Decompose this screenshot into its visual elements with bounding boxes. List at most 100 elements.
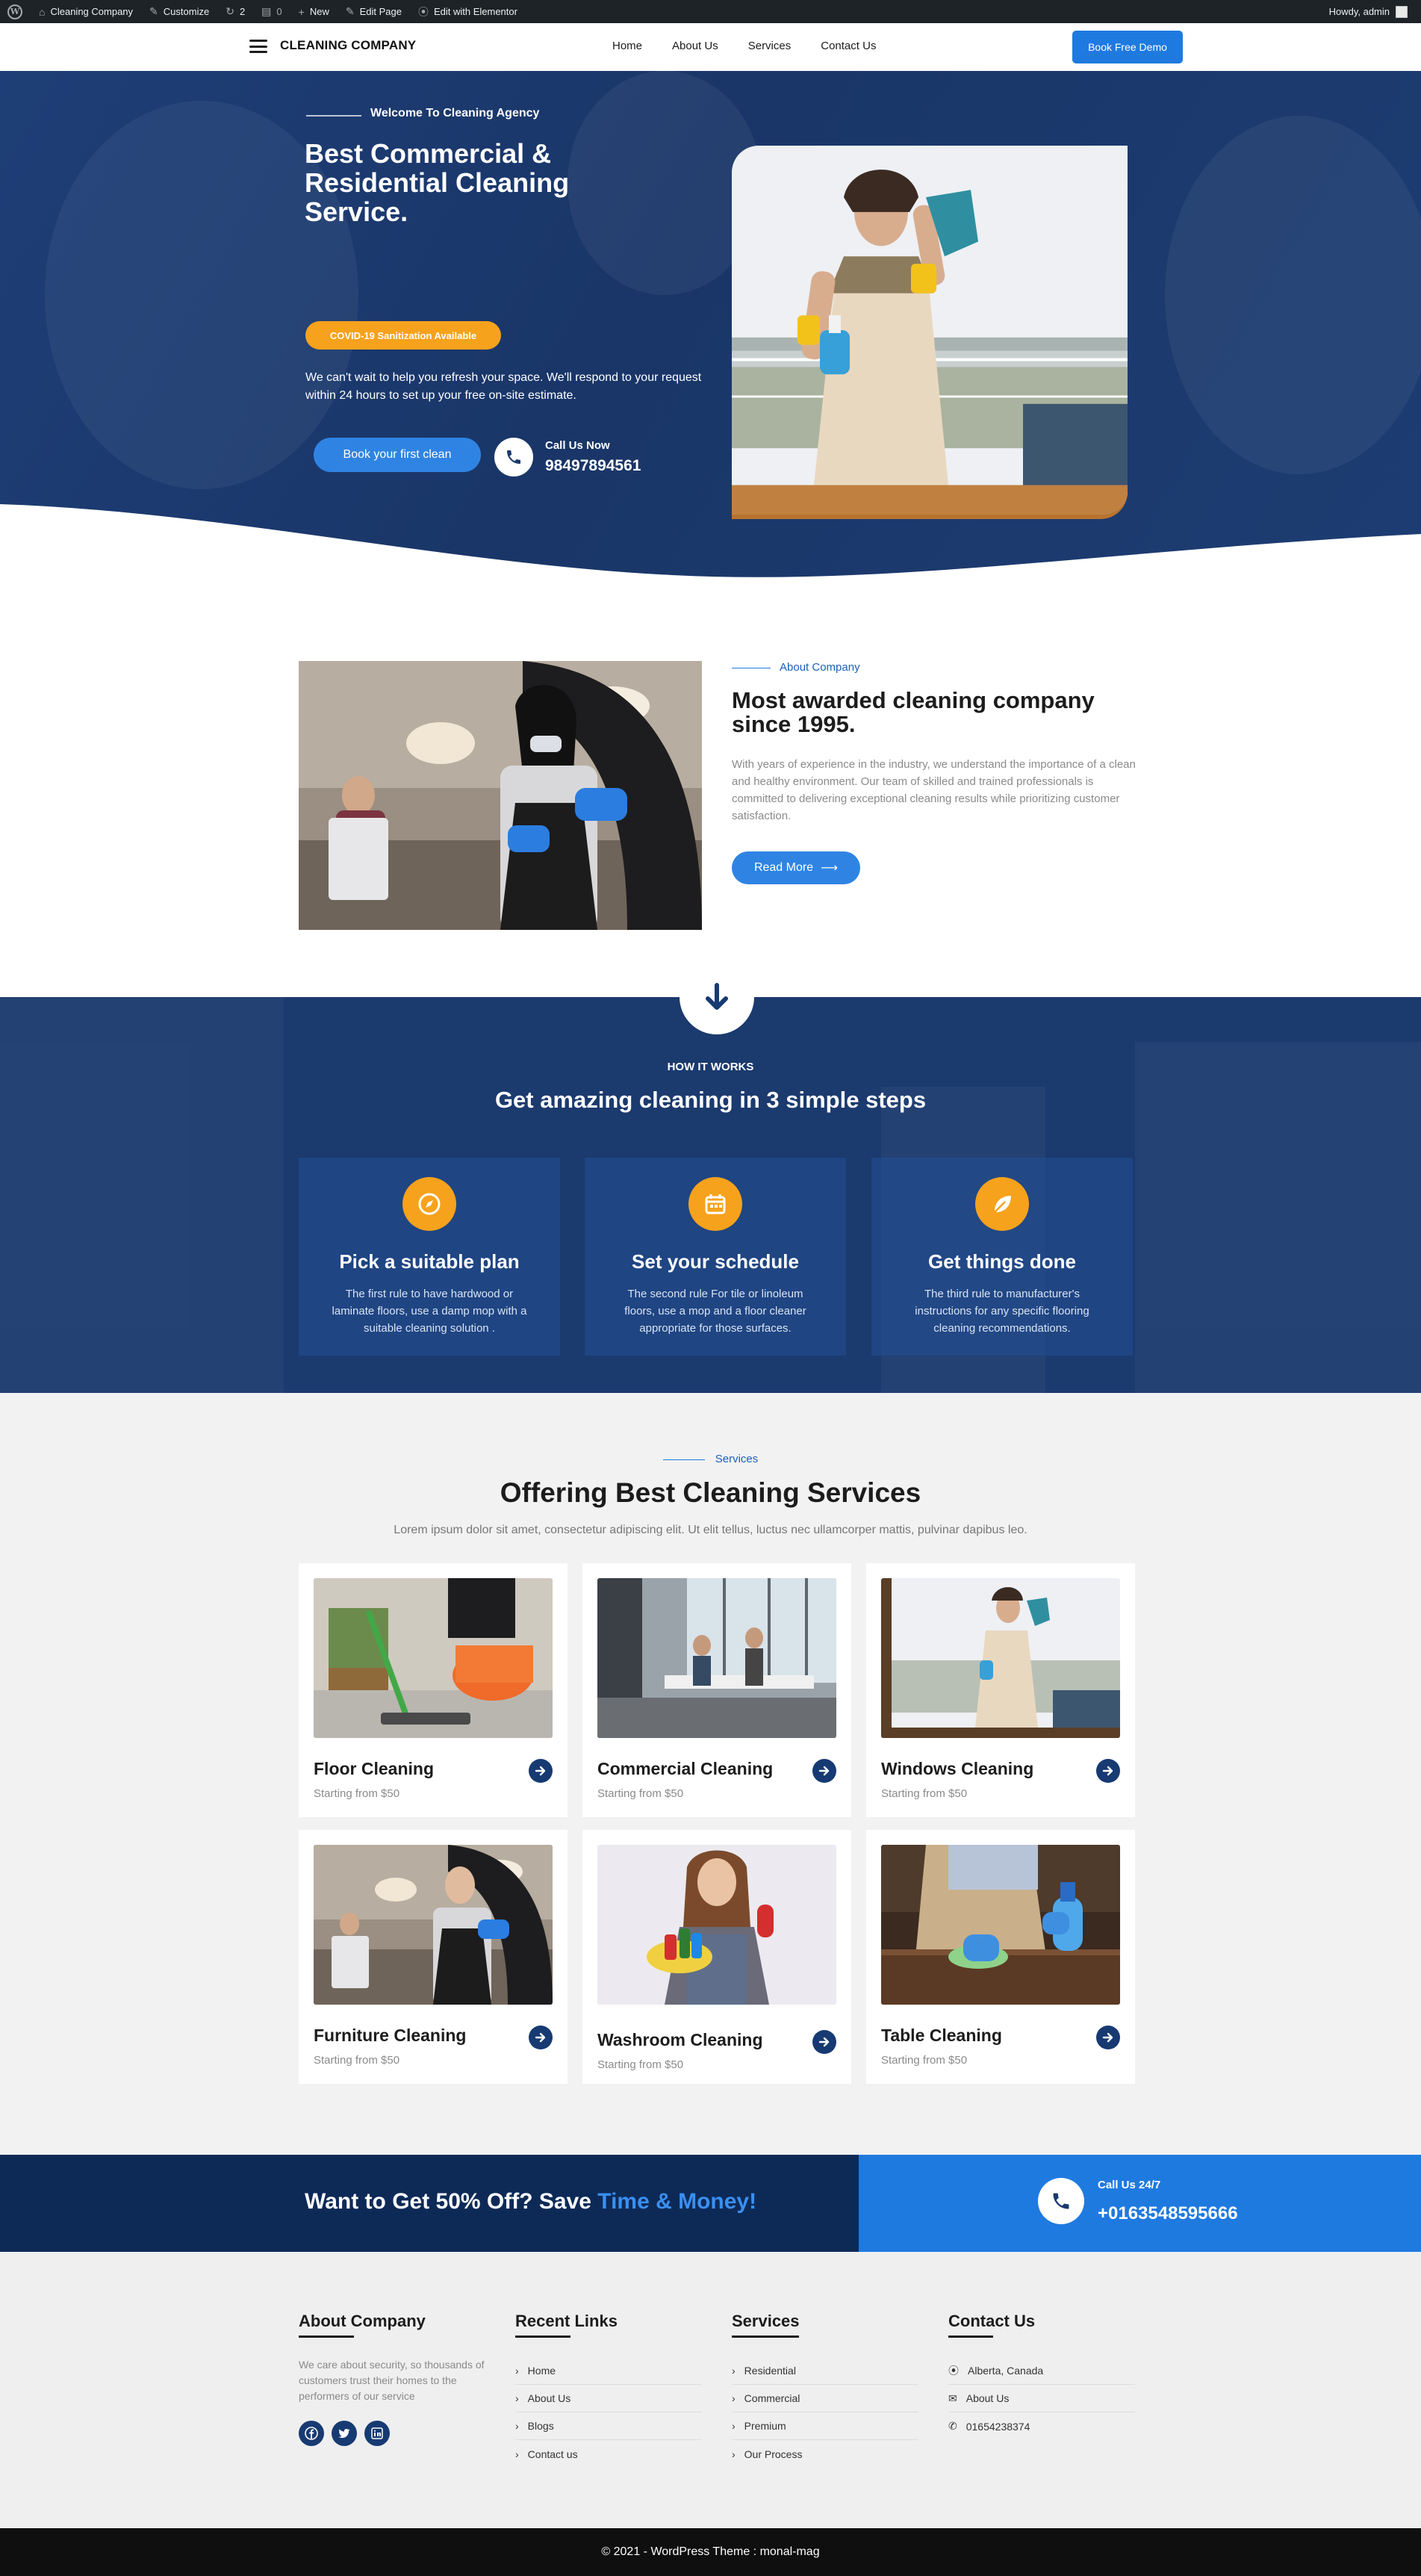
step-card-done: Get things done The third rule to manufa…	[871, 1158, 1133, 1356]
admin-account-menu[interactable]: Howdy, admin	[1329, 0, 1408, 23]
linkedin-icon[interactable]	[364, 2421, 390, 2446]
refresh-icon: ↻	[226, 5, 234, 17]
footer-contact-heading: Contact Us	[948, 2312, 1036, 2330]
how-kicker: HOW IT WORKS	[667, 1061, 754, 1073]
footer-contact-label: About Us	[966, 2392, 1010, 2404]
footer-link-about[interactable]: › About Us	[515, 2385, 702, 2412]
footer-recent-links: Recent Links › Home › About Us › Blogs › Con…	[515, 2312, 702, 2468]
about-title: Most awarded cleaning company since 1995…	[732, 687, 1095, 737]
footer-service-residential[interactable]: › Residential	[732, 2357, 918, 2385]
admin-howdy-label: Howdy, admin	[1328, 6, 1390, 17]
footer-link-home[interactable]: › Home	[515, 2357, 702, 2385]
admin-new-link[interactable]: + New	[299, 6, 329, 18]
admin-updates-link[interactable]: ↻ 2	[226, 5, 245, 18]
footer-service-commercial[interactable]: › Commercial	[732, 2385, 918, 2412]
home-icon: ⌂	[39, 5, 46, 18]
footer-links-heading: Recent Links	[515, 2312, 618, 2330]
admin-edit-page-label: Edit Page	[359, 6, 402, 17]
service-photo-floor	[314, 1578, 553, 1738]
arrow-right-icon[interactable]	[529, 2026, 553, 2049]
phone-icon[interactable]	[494, 438, 533, 477]
nav-contact[interactable]: Contact Us	[821, 40, 876, 52]
arrow-right-icon[interactable]	[529, 1759, 553, 1783]
arrow-right-icon[interactable]	[1096, 2026, 1120, 2049]
footer-link-blogs[interactable]: › Blogs	[515, 2412, 702, 2440]
footer-contact-address: ⦿ Alberta, Canada	[948, 2357, 1135, 2385]
admin-comments-count: 0	[276, 6, 282, 17]
chevron-right-icon: ›	[515, 2365, 519, 2377]
arrow-right-icon[interactable]	[1096, 1759, 1120, 1783]
footer-service-label: Premium	[744, 2420, 786, 2432]
admin-customize-label: Customize	[163, 6, 210, 17]
arrow-right-icon[interactable]	[812, 1759, 836, 1783]
book-first-clean-button[interactable]: Book your first clean	[314, 438, 481, 472]
copyright-bar: © 2021 - WordPress Theme : monal-mag	[0, 2528, 1421, 2576]
twitter-icon[interactable]	[332, 2421, 357, 2446]
footer-services: Services › Residential › Commercial › Premi…	[732, 2312, 918, 2468]
hero-kicker-line	[306, 115, 361, 117]
service-price: Starting from $50	[314, 2054, 400, 2067]
service-name: Washroom Cleaning	[597, 2030, 763, 2049]
service-price: Starting from $50	[597, 2058, 684, 2071]
read-more-label: Read More	[753, 861, 814, 874]
admin-edit-page-link[interactable]: ✎ Edit Page	[346, 5, 402, 18]
wordpress-menu[interactable]: W	[7, 4, 22, 19]
footer-about: About Company We care about security, so…	[299, 2312, 485, 2446]
footer-service-premium[interactable]: › Premium	[732, 2412, 918, 2440]
admin-site-link[interactable]: ⌂ Cleaning Company	[39, 6, 133, 18]
service-price: Starting from $50	[881, 2054, 968, 2067]
nav-about[interactable]: About Us	[672, 40, 718, 52]
step-title: Set your schedule	[632, 1250, 799, 1273]
read-more-button[interactable]: Read More ⟶	[732, 851, 860, 884]
service-price: Starting from $50	[597, 1787, 684, 1800]
service-name: Table Cleaning	[881, 2026, 1002, 2045]
promo-call-number[interactable]: +0163548595666	[1098, 2203, 1238, 2224]
footer-services-heading: Services	[732, 2312, 800, 2330]
service-photo-furniture	[314, 1845, 553, 2005]
footer-contact-label: 01654238374	[966, 2420, 1030, 2433]
hero-description: We can't wait to help you refresh your s…	[305, 371, 702, 402]
nav-services[interactable]: Services	[748, 40, 792, 52]
service-card-floor[interactable]: Floor Cleaning Starting from $50	[299, 1563, 568, 1817]
service-name: Floor Cleaning	[314, 1759, 434, 1778]
service-card-commercial[interactable]: Commercial Cleaning Starting from $50	[582, 1563, 851, 1817]
service-card-windows[interactable]: Windows Cleaning Starting from $50	[866, 1563, 1135, 1817]
admin-comments-link[interactable]: ▤ 0	[261, 5, 282, 18]
scroll-down-button[interactable]	[680, 960, 754, 1034]
hero-call-number[interactable]: 98497894561	[545, 457, 641, 475]
about-photo	[299, 661, 702, 930]
footer-contact-phone[interactable]: ✆ 01654238374	[948, 2412, 1135, 2440]
facebook-icon[interactable]	[299, 2421, 324, 2446]
phone-small-icon: ✆	[948, 2420, 957, 2432]
admin-new-label: New	[309, 6, 329, 17]
admin-elementor-link[interactable]: ⦿ Edit with Elementor	[418, 4, 517, 19]
hero-section	[0, 71, 1421, 594]
main-nav: Home About Us Services Contact Us	[612, 40, 876, 52]
hamburger-menu-icon[interactable]	[249, 40, 267, 53]
admin-customize-link[interactable]: ✎ Customize	[149, 5, 209, 18]
nav-home[interactable]: Home	[612, 40, 642, 52]
service-card-table[interactable]: Table Cleaning Starting from $50	[866, 1830, 1135, 2084]
step-text: The third rule to manufacturer's instruc…	[915, 1288, 1089, 1335]
phone-icon[interactable]	[1038, 2178, 1084, 2224]
chevron-right-icon: ›	[515, 2448, 519, 2460]
service-photo-table	[881, 1845, 1120, 2005]
plus-icon: +	[298, 5, 305, 18]
promo-text: Want to Get 50% Off? Save Time & Money!	[305, 2189, 756, 2215]
hero-kicker: Welcome To Cleaning Agency	[370, 107, 540, 120]
arrow-down-icon	[706, 983, 728, 1010]
book-free-demo-button[interactable]: Book Free Demo	[1072, 31, 1183, 63]
chevron-right-icon: ›	[515, 2392, 519, 2404]
footer-service-process[interactable]: › Our Process	[732, 2440, 918, 2468]
footer-link-contact[interactable]: › Contact us	[515, 2440, 702, 2468]
brush-icon: ✎	[149, 5, 158, 17]
site-brand[interactable]: CLEANING COMPANY	[280, 38, 416, 53]
service-price: Starting from $50	[314, 1787, 400, 1800]
footer-contact-about[interactable]: ✉ About Us	[948, 2385, 1135, 2412]
footer-about-heading: About Company	[299, 2312, 426, 2330]
chevron-right-icon: ›	[732, 2448, 736, 2460]
arrow-right-icon[interactable]	[812, 2030, 836, 2054]
service-card-furniture[interactable]: Furniture Cleaning Starting from $50	[299, 1830, 568, 2084]
service-card-washroom[interactable]: Washroom Cleaning Starting from $50	[582, 1830, 851, 2084]
footer-contact: Contact Us ⦿ Alberta, Canada ✉ About Us ✆ 0…	[948, 2312, 1135, 2440]
